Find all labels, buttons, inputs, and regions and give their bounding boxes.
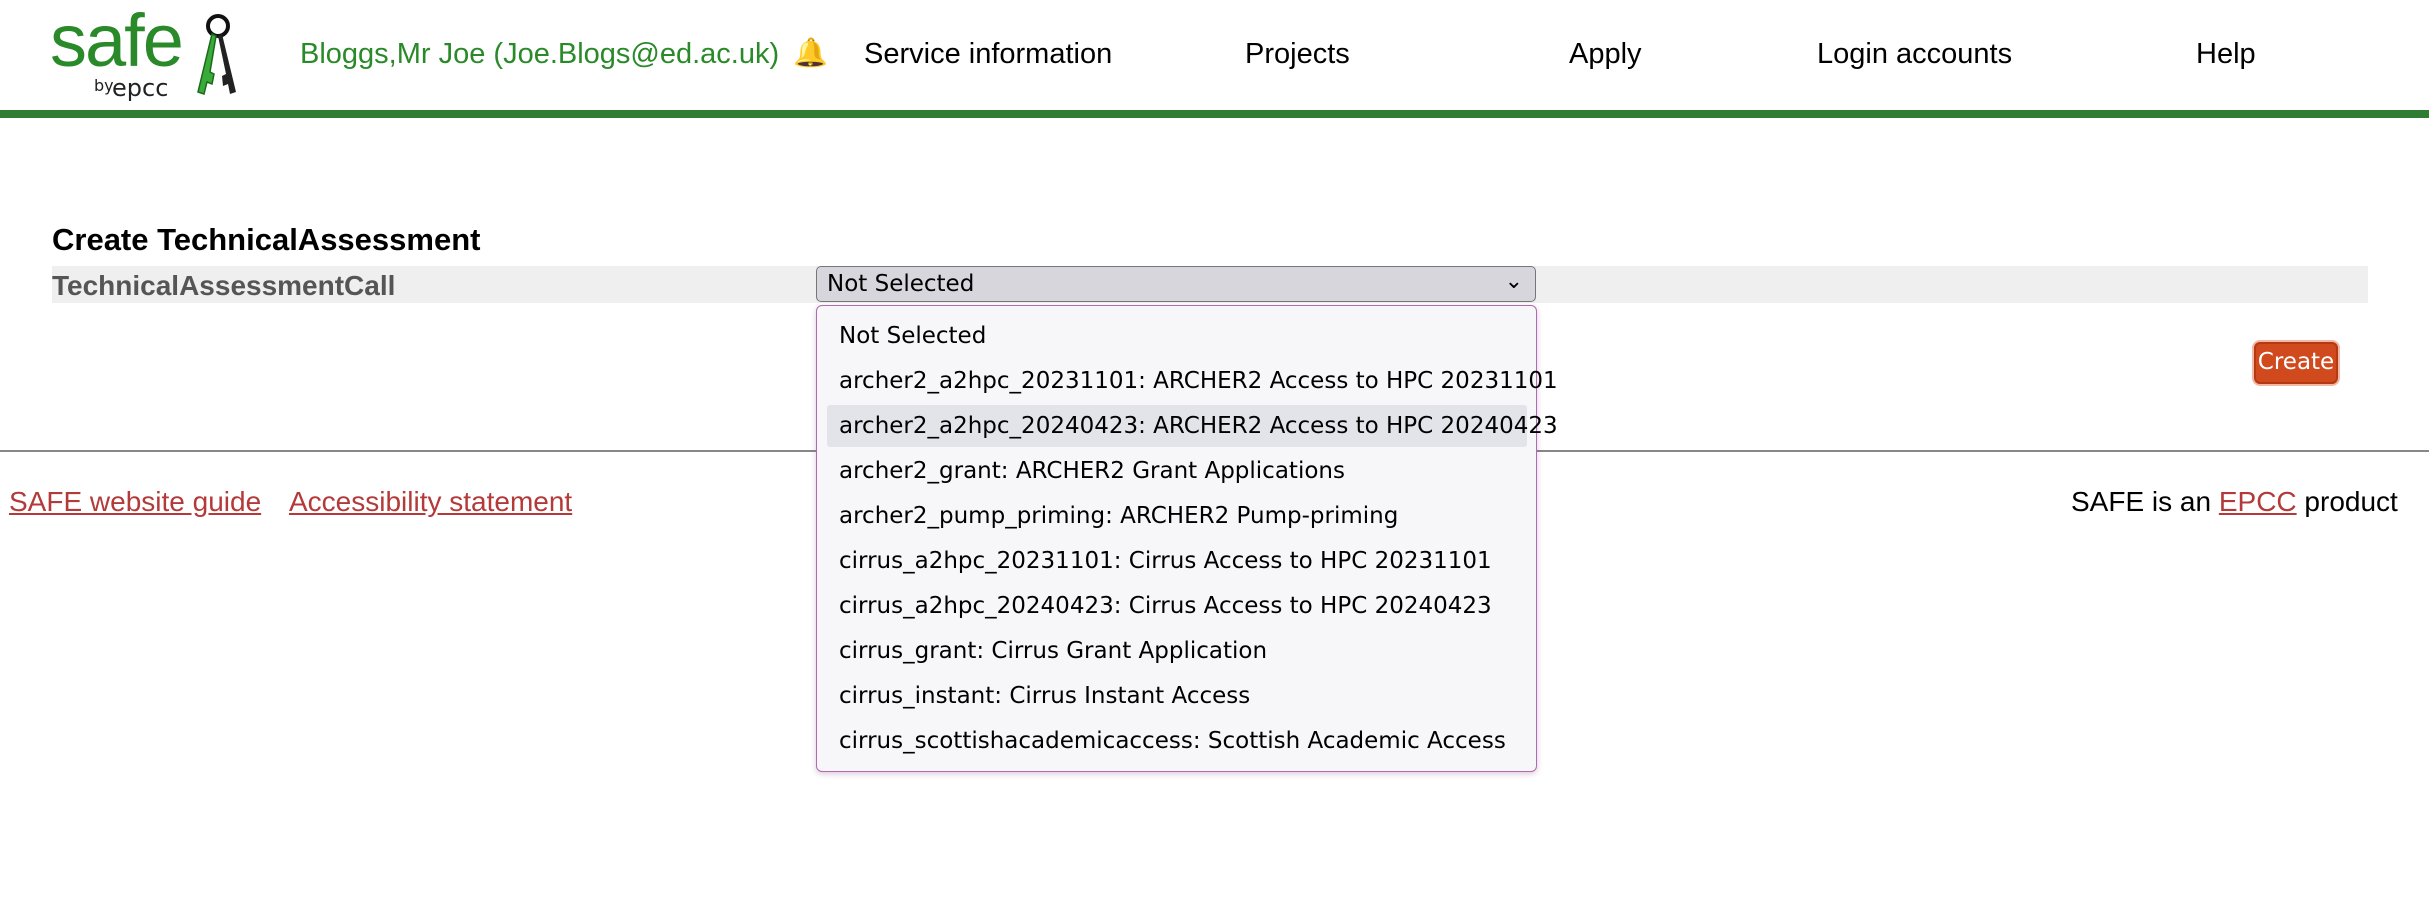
option-archer2-a2hpc-20240423[interactable]: archer2_a2hpc_20240423: ARCHER2 Access t…	[827, 405, 1558, 447]
technical-assessment-call-label: TechnicalAssessmentCall	[52, 270, 396, 301]
select-value: Not Selected	[827, 271, 975, 297]
option-cirrus-a2hpc-20231101[interactable]: cirrus_a2hpc_20231101: Cirrus Access to …	[827, 540, 1527, 582]
create-button[interactable]: Create	[2254, 342, 2338, 384]
nav-projects[interactable]: Projects	[1245, 38, 1350, 71]
epcc-link[interactable]: EPCC	[2219, 486, 2297, 517]
user-account-link[interactable]: Bloggs,Mr Joe (Joe.Blogs@ed.ac.uk)	[300, 38, 779, 71]
footer-product-text: SAFE is an EPCC product	[2071, 486, 2398, 518]
logo-company-text: epcc	[112, 74, 169, 102]
option-cirrus-grant[interactable]: cirrus_grant: Cirrus Grant Application	[827, 630, 1527, 672]
option-not-selected[interactable]: Not Selected	[827, 315, 1527, 357]
nav-apply[interactable]: Apply	[1569, 38, 1642, 71]
select-dropdown-list: Not Selected archer2_a2hpc_20231101: ARC…	[816, 305, 1558, 772]
page-title: Create TechnicalAssessment	[52, 222, 481, 257]
bell-icon[interactable]: 🔔	[793, 36, 828, 69]
option-archer2-pump-priming[interactable]: archer2_pump_priming: ARCHER2 Pump-primi…	[827, 495, 1527, 537]
option-archer2-grant[interactable]: archer2_grant: ARCHER2 Grant Application…	[827, 450, 1527, 492]
footer-product-suffix: product	[2296, 486, 2398, 517]
logo-text: safe	[50, 0, 184, 82]
option-cirrus-scottishacademicaccess[interactable]: cirrus_scottishacademicaccess: Scottish …	[827, 720, 1527, 762]
option-cirrus-a2hpc-20240423[interactable]: cirrus_a2hpc_20240423: Cirrus Access to …	[827, 585, 1527, 627]
chevron-down-icon: ⌄	[1504, 269, 1523, 294]
technical-assessment-call-select[interactable]: Not Selected ⌄	[816, 266, 1536, 302]
nav-login-accounts[interactable]: Login accounts	[1817, 38, 2012, 71]
keys-icon	[197, 14, 236, 95]
site-header: safe by epcc Bloggs,Mr Joe (Joe.Blogs@ed…	[0, 0, 2429, 118]
option-archer2-a2hpc-20231101[interactable]: archer2_a2hpc_20231101: ARCHER2 Access t…	[827, 360, 1558, 402]
footer-product-prefix: SAFE is an	[2071, 486, 2219, 517]
accessibility-statement-link[interactable]: Accessibility statement	[289, 486, 572, 518]
logo-by-text: by	[94, 76, 114, 95]
safe-logo[interactable]: safe by epcc	[50, 4, 250, 105]
nav-help[interactable]: Help	[2196, 38, 2256, 71]
safe-website-guide-link[interactable]: SAFE website guide	[9, 486, 261, 518]
nav-service-information[interactable]: Service information	[864, 38, 1112, 71]
option-cirrus-instant[interactable]: cirrus_instant: Cirrus Instant Access	[827, 675, 1527, 717]
header-divider	[0, 110, 2429, 118]
